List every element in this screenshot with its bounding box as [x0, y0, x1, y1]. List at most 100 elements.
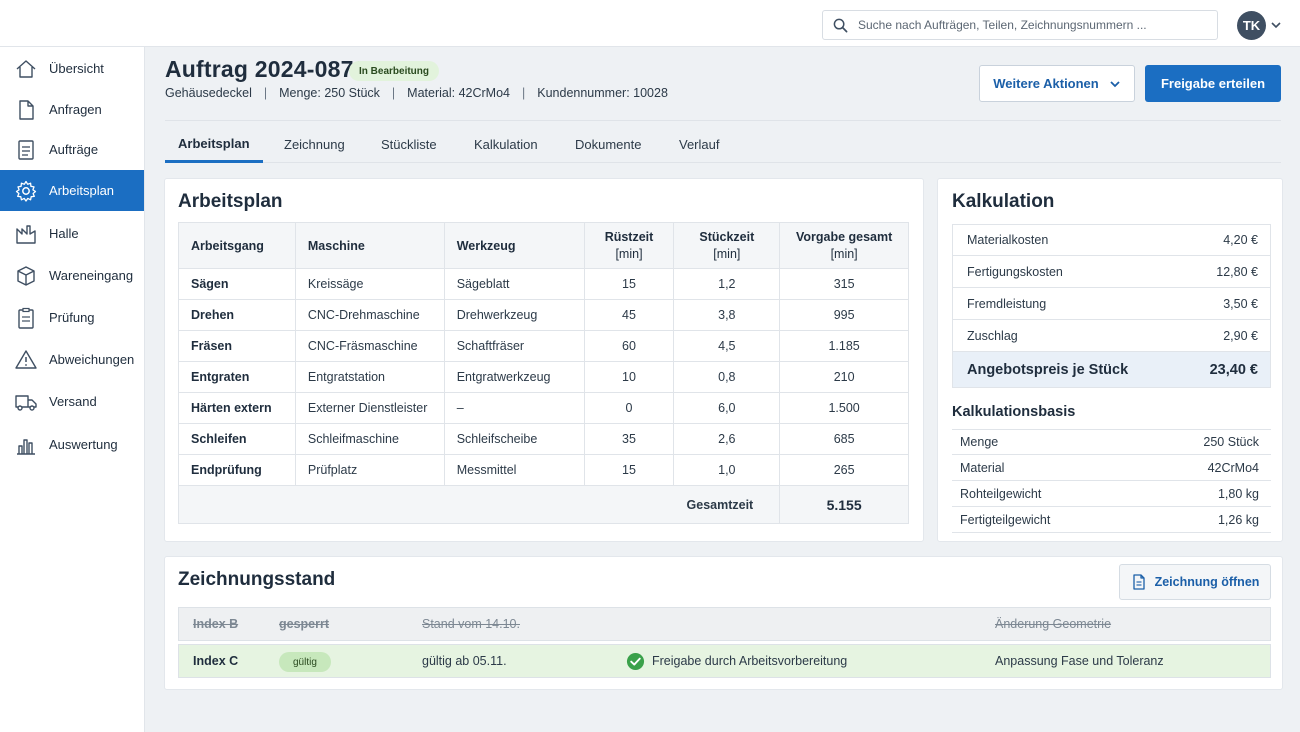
cell-step: Sägen [178, 268, 296, 300]
check-circle-icon [626, 652, 645, 670]
sidebar-item-wareneingang[interactable]: Wareneingang [0, 255, 144, 296]
chevron-down-icon [1110, 80, 1120, 87]
truck-icon [15, 394, 37, 411]
arbeitsplan-table: Arbeitsgang Maschine Werkzeug Rüstzeit [m… [177, 222, 909, 524]
tab-arbeitsplan[interactable]: Arbeitsplan [165, 126, 263, 163]
revision-index: Index C [193, 654, 239, 668]
revision-index: Index B [193, 617, 239, 631]
cost-label: Materialkosten [967, 233, 1049, 247]
table-row[interactable]: Schleifen Schleifmaschine Schleifscheibe… [178, 423, 909, 455]
user-avatar[interactable]: TK [1237, 11, 1266, 40]
divider [165, 120, 1281, 121]
basis-label: Menge [960, 435, 999, 449]
meta-separator: | [522, 86, 526, 100]
sidebar-item-pruefung[interactable]: Prüfung [0, 297, 144, 338]
meta-separator: | [391, 86, 396, 100]
cell-step: Entgraten [178, 361, 296, 393]
sidebar-item-anfragen[interactable]: Anfragen [0, 89, 144, 130]
sidebar-item-abweichungen[interactable]: Abweichungen [0, 339, 144, 380]
cell-total: 685 [779, 423, 909, 455]
basis-value: 250 Stück [1203, 435, 1259, 449]
customer-label: Kundennummer: [537, 86, 630, 100]
cell-setup: 0 [583, 392, 675, 424]
cell-unit-time: 1,2 [673, 268, 781, 300]
cell-machine: CNC-Fräsmaschine [294, 330, 445, 362]
cell-total: 265 [779, 454, 909, 486]
cell-step: Fräsen [178, 330, 296, 362]
table-row[interactable]: Sägen Kreissäge Sägeblatt 15 1,2 315 [178, 268, 909, 300]
cost-value: 3,50 € [1223, 296, 1258, 311]
warning-icon [15, 349, 37, 369]
cost-label: Zuschlag [967, 328, 1018, 343]
sidebar-item-arbeitsplan[interactable]: Arbeitsplan [0, 170, 144, 211]
cost-list: Materialkosten 4,20 € Fertigungskosten 1… [952, 224, 1271, 388]
sidebar-item-halle[interactable]: Halle [0, 213, 144, 254]
cell-machine: Prüfplatz [294, 454, 445, 486]
more-actions-button[interactable]: Weitere Aktionen [979, 65, 1135, 102]
cell-unit-time: 6,0 [673, 392, 781, 424]
gear-icon [15, 180, 37, 202]
tab-dokumente[interactable]: Dokumente [575, 126, 641, 163]
quantity-value: 250 Stück [324, 86, 380, 100]
revision-row[interactable]: Index B gesperrt Stand vom 14.10. Änderu… [178, 607, 1271, 641]
cell-machine: Kreissäge [294, 268, 445, 300]
column-header-unit-time: Stückzeit [min] [673, 222, 781, 269]
sidebar-item-auswertung[interactable]: Auswertung [0, 424, 144, 465]
header-label: Rüstzeit [604, 229, 654, 244]
material-label: Material: [407, 86, 456, 100]
table-row[interactable]: Endprüfung Prüfplatz Messmittel 15 1,0 2… [178, 454, 909, 486]
sidebar-item-uebersicht[interactable]: Übersicht [0, 48, 144, 89]
total-label: Gesamtzeit [177, 485, 781, 524]
price-total-row: Angebotspreis je Stück 23,40 € [952, 352, 1271, 388]
open-drawing-button[interactable]: Zeichnung öffnen [1119, 564, 1271, 600]
revision-row[interactable]: Index C gültig gültig ab 05.11. Freigabe… [178, 644, 1271, 678]
tab-verlauf[interactable]: Verlauf [679, 126, 719, 163]
bar-chart-icon [17, 438, 35, 455]
table-row[interactable]: Entgraten Entgratstation Entgratwerkzeug… [178, 361, 909, 393]
cell-step: Härten extern [178, 392, 296, 424]
basis-value: 42CrMo4 [1207, 460, 1259, 475]
top-bar: TK [0, 0, 1300, 47]
basis-row: Menge 250 Stück [952, 429, 1271, 455]
quantity-label: Menge: [279, 86, 321, 100]
table-row[interactable]: Fräsen CNC-Fräsmaschine Schaftfräser 60 … [178, 330, 909, 362]
sidebar-item-label: Wareneingang [49, 268, 134, 283]
tab-stueckliste[interactable]: Stückliste [381, 126, 437, 163]
basis-title: Kalkulationsbasis [952, 404, 1076, 420]
table-row[interactable]: Drehen CNC-Drehmaschine Drehwerkzeug 45 … [178, 299, 909, 331]
cost-row: Materialkosten 4,20 € [952, 224, 1271, 256]
basis-value: 1,80 kg [1217, 486, 1259, 501]
sidebar-item-label: Anfragen [49, 102, 102, 117]
cell-unit-time: 2,6 [673, 423, 781, 455]
sidebar-item-auftraege[interactable]: Aufträge [0, 129, 144, 170]
basis-row: Material 42CrMo4 [952, 455, 1271, 481]
cell-unit-time: 1,0 [673, 454, 781, 486]
basis-label: Fertigteilgewicht [960, 512, 1051, 527]
cell-total: 210 [779, 361, 909, 393]
search-box[interactable] [822, 10, 1218, 40]
cell-unit-time: 4,5 [673, 330, 781, 362]
price-total-value: 23,40 € [1209, 361, 1258, 378]
cost-value: 12,80 € [1216, 264, 1258, 279]
table-row[interactable]: Härten extern Externer Dienstleister – 0… [178, 392, 909, 424]
chevron-down-icon[interactable] [1270, 19, 1282, 31]
cell-step: Drehen [178, 299, 296, 331]
cell-setup: 60 [583, 330, 675, 362]
revision-approval: Freigabe durch Arbeitsvorbereitung [626, 645, 847, 677]
search-input[interactable] [858, 18, 1198, 32]
sidebar-item-label: Abweichungen [49, 352, 135, 367]
tab-kalkulation[interactable]: Kalkulation [474, 126, 538, 163]
open-drawing-label: Zeichnung öffnen [1154, 575, 1260, 589]
sidebar-item-label: Auswertung [49, 437, 118, 452]
column-header-total: Vorgabe gesamt [min] [779, 222, 909, 269]
table-header-row: Arbeitsgang Maschine Werkzeug Rüstzeit [m… [178, 222, 909, 269]
release-button[interactable]: Freigabe erteilen [1145, 65, 1281, 102]
basis-label: Rohteilgewicht [960, 486, 1042, 501]
revision-change: Anpassung Fase und Toleranz [995, 654, 1164, 668]
tab-zeichnung[interactable]: Zeichnung [284, 126, 345, 163]
sidebar-item-versand[interactable]: Versand [0, 381, 144, 422]
cell-tool: Sägeblatt [443, 268, 585, 300]
meta-separator: | [263, 86, 268, 100]
document-icon [1132, 574, 1145, 590]
sidebar-item-label: Aufträge [49, 142, 99, 157]
